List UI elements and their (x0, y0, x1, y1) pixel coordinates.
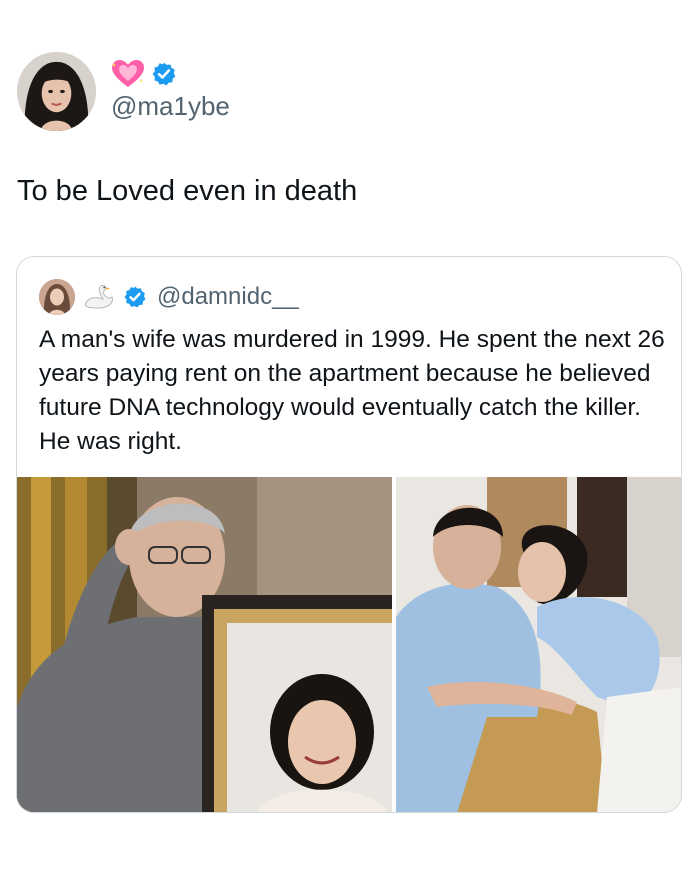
quoted-tweet-header: @damnidc__ (39, 279, 299, 315)
quoted-author-handle[interactable]: @damnidc__ (157, 283, 299, 311)
swan-icon (81, 283, 117, 311)
quoted-tweet-card[interactable]: @damnidc__ A man's wife was murdered in … (16, 256, 682, 813)
verified-badge-icon[interactable] (151, 61, 177, 87)
quoted-tweet-text: A man's wife was murdered in 1999. He sp… (39, 326, 665, 455)
quoted-tweet-photo[interactable] (17, 477, 681, 812)
sparkling-heart-icon (111, 59, 145, 89)
author-handle[interactable]: @ma1ybe (111, 91, 230, 122)
tweet-text: To be Loved even in death (17, 175, 358, 207)
author-badges (111, 58, 177, 90)
quoted-author-avatar[interactable] (39, 279, 75, 315)
verified-badge-icon[interactable] (123, 285, 147, 309)
author-avatar[interactable] (17, 52, 96, 131)
